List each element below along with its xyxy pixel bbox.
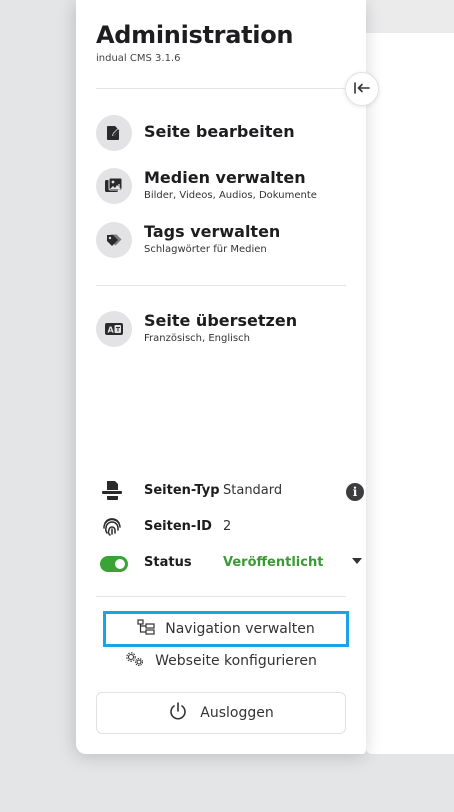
- translate-icon: A: [96, 311, 132, 347]
- page-type-label: Seiten-Typ: [144, 483, 220, 498]
- menu-media-subtitle: Bilder, Videos, Audios, Dokumente: [144, 190, 317, 201]
- status-select[interactable]: Veröffentlicht: [223, 555, 323, 570]
- menu-tags-title: Tags verwalten: [144, 222, 281, 241]
- panel-title: Administration: [96, 21, 294, 49]
- cms-version: indual CMS 3.1.6: [96, 53, 181, 64]
- menu-translate-subtitle: Französisch, Englisch: [144, 333, 250, 344]
- content-topbar: [366, 0, 454, 33]
- page-type-value: Standard: [223, 483, 283, 498]
- power-icon: [168, 701, 188, 725]
- divider: [96, 596, 346, 597]
- content-area: [366, 0, 454, 754]
- chevron-down-icon[interactable]: [352, 558, 362, 564]
- status-label: Status: [144, 555, 192, 570]
- menu-translate-title: Seite übersetzen: [144, 311, 298, 330]
- tag-icon: [96, 222, 132, 258]
- fingerprint-icon: [98, 515, 126, 539]
- menu-media[interactable]: Medien verwalten Bilder, Videos, Audios,…: [96, 168, 346, 208]
- page-id-value: 2: [223, 519, 232, 534]
- logout-label: Ausloggen: [200, 705, 274, 721]
- svg-text:A: A: [108, 326, 115, 335]
- status-toggle[interactable]: [100, 556, 128, 572]
- menu-media-title: Medien verwalten: [144, 168, 306, 187]
- configure-website-button[interactable]: Webseite konfigurieren: [96, 650, 346, 672]
- sitemap-icon: [137, 619, 155, 639]
- admin-sidebar: Administration indual CMS 3.1.6 Seite be…: [76, 0, 366, 754]
- menu-edit-page[interactable]: Seite bearbeiten: [96, 115, 346, 155]
- page-type-row: Seiten-Typ Standard i: [96, 479, 364, 503]
- menu-tags[interactable]: Tags verwalten Schlagwörter für Medien: [96, 222, 346, 262]
- collapse-left-icon: [353, 80, 371, 99]
- collapse-sidebar-button[interactable]: [345, 72, 379, 106]
- menu-edit-page-title: Seite bearbeiten: [144, 122, 295, 141]
- divider: [96, 285, 346, 286]
- edit-page-icon: [96, 115, 132, 151]
- page-id-label: Seiten-ID: [144, 519, 212, 534]
- gears-icon: [125, 651, 145, 671]
- page-type-icon: [98, 479, 126, 503]
- page-id-row: Seiten-ID 2: [96, 515, 346, 539]
- status-row: Status Veröffentlicht: [96, 551, 362, 575]
- divider: [96, 88, 346, 89]
- menu-tags-subtitle: Schlagwörter für Medien: [144, 244, 267, 255]
- manage-navigation-button[interactable]: Navigation verwalten: [103, 611, 349, 647]
- media-icon: [96, 168, 132, 204]
- manage-navigation-label: Navigation verwalten: [165, 621, 315, 637]
- menu-translate[interactable]: A Seite übersetzen Französisch, Englisch: [96, 311, 346, 351]
- info-icon[interactable]: i: [346, 483, 364, 501]
- logout-button[interactable]: Ausloggen: [96, 692, 346, 734]
- configure-website-label: Webseite konfigurieren: [155, 653, 317, 669]
